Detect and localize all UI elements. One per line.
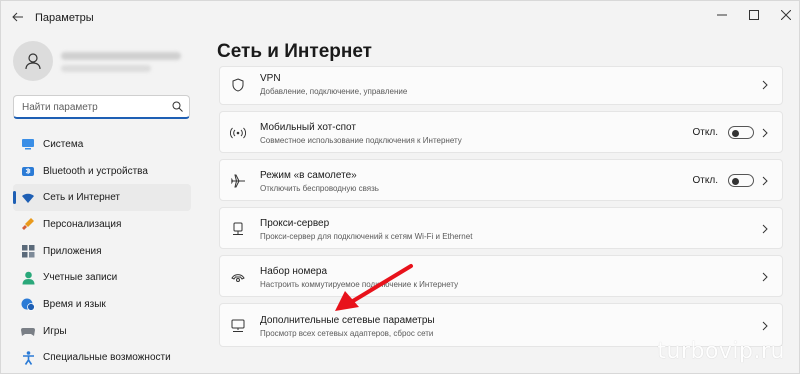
card-title: Режим «в самолете» [260, 170, 357, 181]
chevron-right-icon [760, 224, 770, 234]
globe-clock-icon [21, 297, 35, 312]
title-bar: Параметры [1, 1, 800, 33]
toggle-state-label: Откл. [692, 175, 718, 186]
sidebar-item-label: Сеть и Интернет [43, 192, 121, 204]
toggle-knob [732, 177, 739, 185]
sidebar-item-accounts[interactable]: Учетные записи [13, 264, 191, 291]
gamepad-icon [21, 324, 35, 338]
settings-card-airplane[interactable]: Режим «в самолете» Отключить беспроводну… [219, 159, 783, 201]
sidebar-item-label: Приложения [43, 245, 102, 257]
sidebar-item-system[interactable]: Система [13, 131, 191, 158]
sidebar-item-accessibility[interactable]: Специальные возможности [13, 345, 191, 372]
sidebar-item-bluetooth[interactable]: Bluetooth и устройства [13, 158, 191, 185]
sidebar-item-apps[interactable]: Приложения [13, 238, 191, 265]
chevron-right-icon [760, 176, 770, 186]
sidebar-item-personalization[interactable]: Персонализация [13, 211, 191, 238]
sidebar-item-label: Специальные возможности [43, 352, 171, 364]
sidebar-item-label: Система [43, 138, 84, 150]
proxy-icon [230, 221, 246, 237]
wifi-icon [21, 191, 35, 205]
sidebar-item-network[interactable]: Сеть и Интернет [13, 184, 191, 212]
page-title: Сеть и Интернет [217, 41, 372, 62]
settings-card-hotspot[interactable]: Мобильный хот-спот Совместное использова… [219, 111, 783, 153]
toggle-knob [732, 129, 739, 137]
minimize-icon [717, 14, 727, 16]
sidebar-item-gaming[interactable]: Игры [13, 318, 191, 345]
card-title: Прокси-сервер [260, 218, 330, 229]
chevron-right-icon [760, 128, 770, 138]
card-title: Набор номера [260, 266, 328, 277]
airplane-mode-toggle[interactable] [728, 174, 754, 187]
settings-card-vpn[interactable]: VPN Добавление, подключение, управление [219, 66, 783, 105]
hotspot-toggle[interactable] [728, 126, 754, 139]
sidebar-item-label: Bluetooth и устройства [43, 165, 148, 177]
sidebar-item-label: Персонализация [43, 218, 122, 230]
back-arrow-icon [12, 12, 23, 22]
minimize-button[interactable] [707, 3, 737, 27]
card-description: Совместное использование подключения к И… [260, 136, 462, 145]
accessibility-icon [21, 351, 35, 365]
user-profile [13, 41, 193, 81]
card-description: Просмотр всех сетевых адаптеров, сброс с… [260, 329, 434, 338]
settings-window: Параметры Система Bluetooth и устройства [0, 0, 800, 374]
bluetooth-icon [21, 164, 35, 178]
toggle-state-label: Откл. [692, 127, 718, 138]
card-title: Мобильный хот-спот [260, 122, 356, 133]
airplane-icon [230, 173, 246, 189]
apps-icon [21, 244, 35, 258]
card-title: VPN [260, 73, 281, 84]
search-box[interactable] [13, 95, 190, 119]
card-description: Добавление, подключение, управление [260, 87, 408, 96]
settings-card-dialup[interactable]: Набор номера Настроить коммутируемое под… [219, 255, 783, 297]
sidebar-item-time-language[interactable]: Время и язык [13, 291, 191, 318]
window-title: Параметры [35, 12, 94, 24]
card-title: Дополнительные сетевые параметры [260, 315, 435, 326]
maximize-icon [749, 10, 759, 20]
chevron-right-icon [760, 272, 770, 282]
sidebar-item-label: Время и язык [43, 298, 106, 310]
chevron-right-icon [760, 321, 770, 331]
monitor-icon [21, 137, 35, 151]
avatar [13, 41, 53, 81]
network-pc-icon [230, 318, 246, 334]
watermark: turbovip.ru [657, 339, 785, 364]
back-button[interactable] [7, 7, 29, 27]
hotspot-icon [230, 125, 246, 141]
card-description: Отключить беспроводную связь [260, 184, 379, 193]
brush-icon [21, 217, 35, 231]
sidebar-item-label: Игры [43, 325, 67, 337]
settings-card-proxy[interactable]: Прокси-сервер Прокси-сервер для подключе… [219, 207, 783, 249]
search-icon[interactable] [172, 101, 183, 112]
close-icon [781, 10, 791, 20]
sidebar-nav: Система Bluetooth и устройства Сеть и Ин… [13, 131, 191, 371]
profile-name-blurred [61, 52, 181, 60]
card-description: Прокси-сервер для подключений к сетям Wi… [260, 232, 473, 241]
profile-email-blurred [61, 65, 151, 72]
close-button[interactable] [771, 3, 800, 27]
chevron-right-icon [760, 80, 770, 90]
sidebar-item-label: Учетные записи [43, 272, 118, 284]
annotation-arrow [335, 264, 413, 311]
person-icon [21, 271, 35, 285]
dialup-icon [230, 269, 246, 285]
maximize-button[interactable] [739, 3, 769, 27]
search-input[interactable] [22, 99, 167, 115]
shield-icon [230, 77, 246, 93]
person-icon [25, 53, 41, 70]
